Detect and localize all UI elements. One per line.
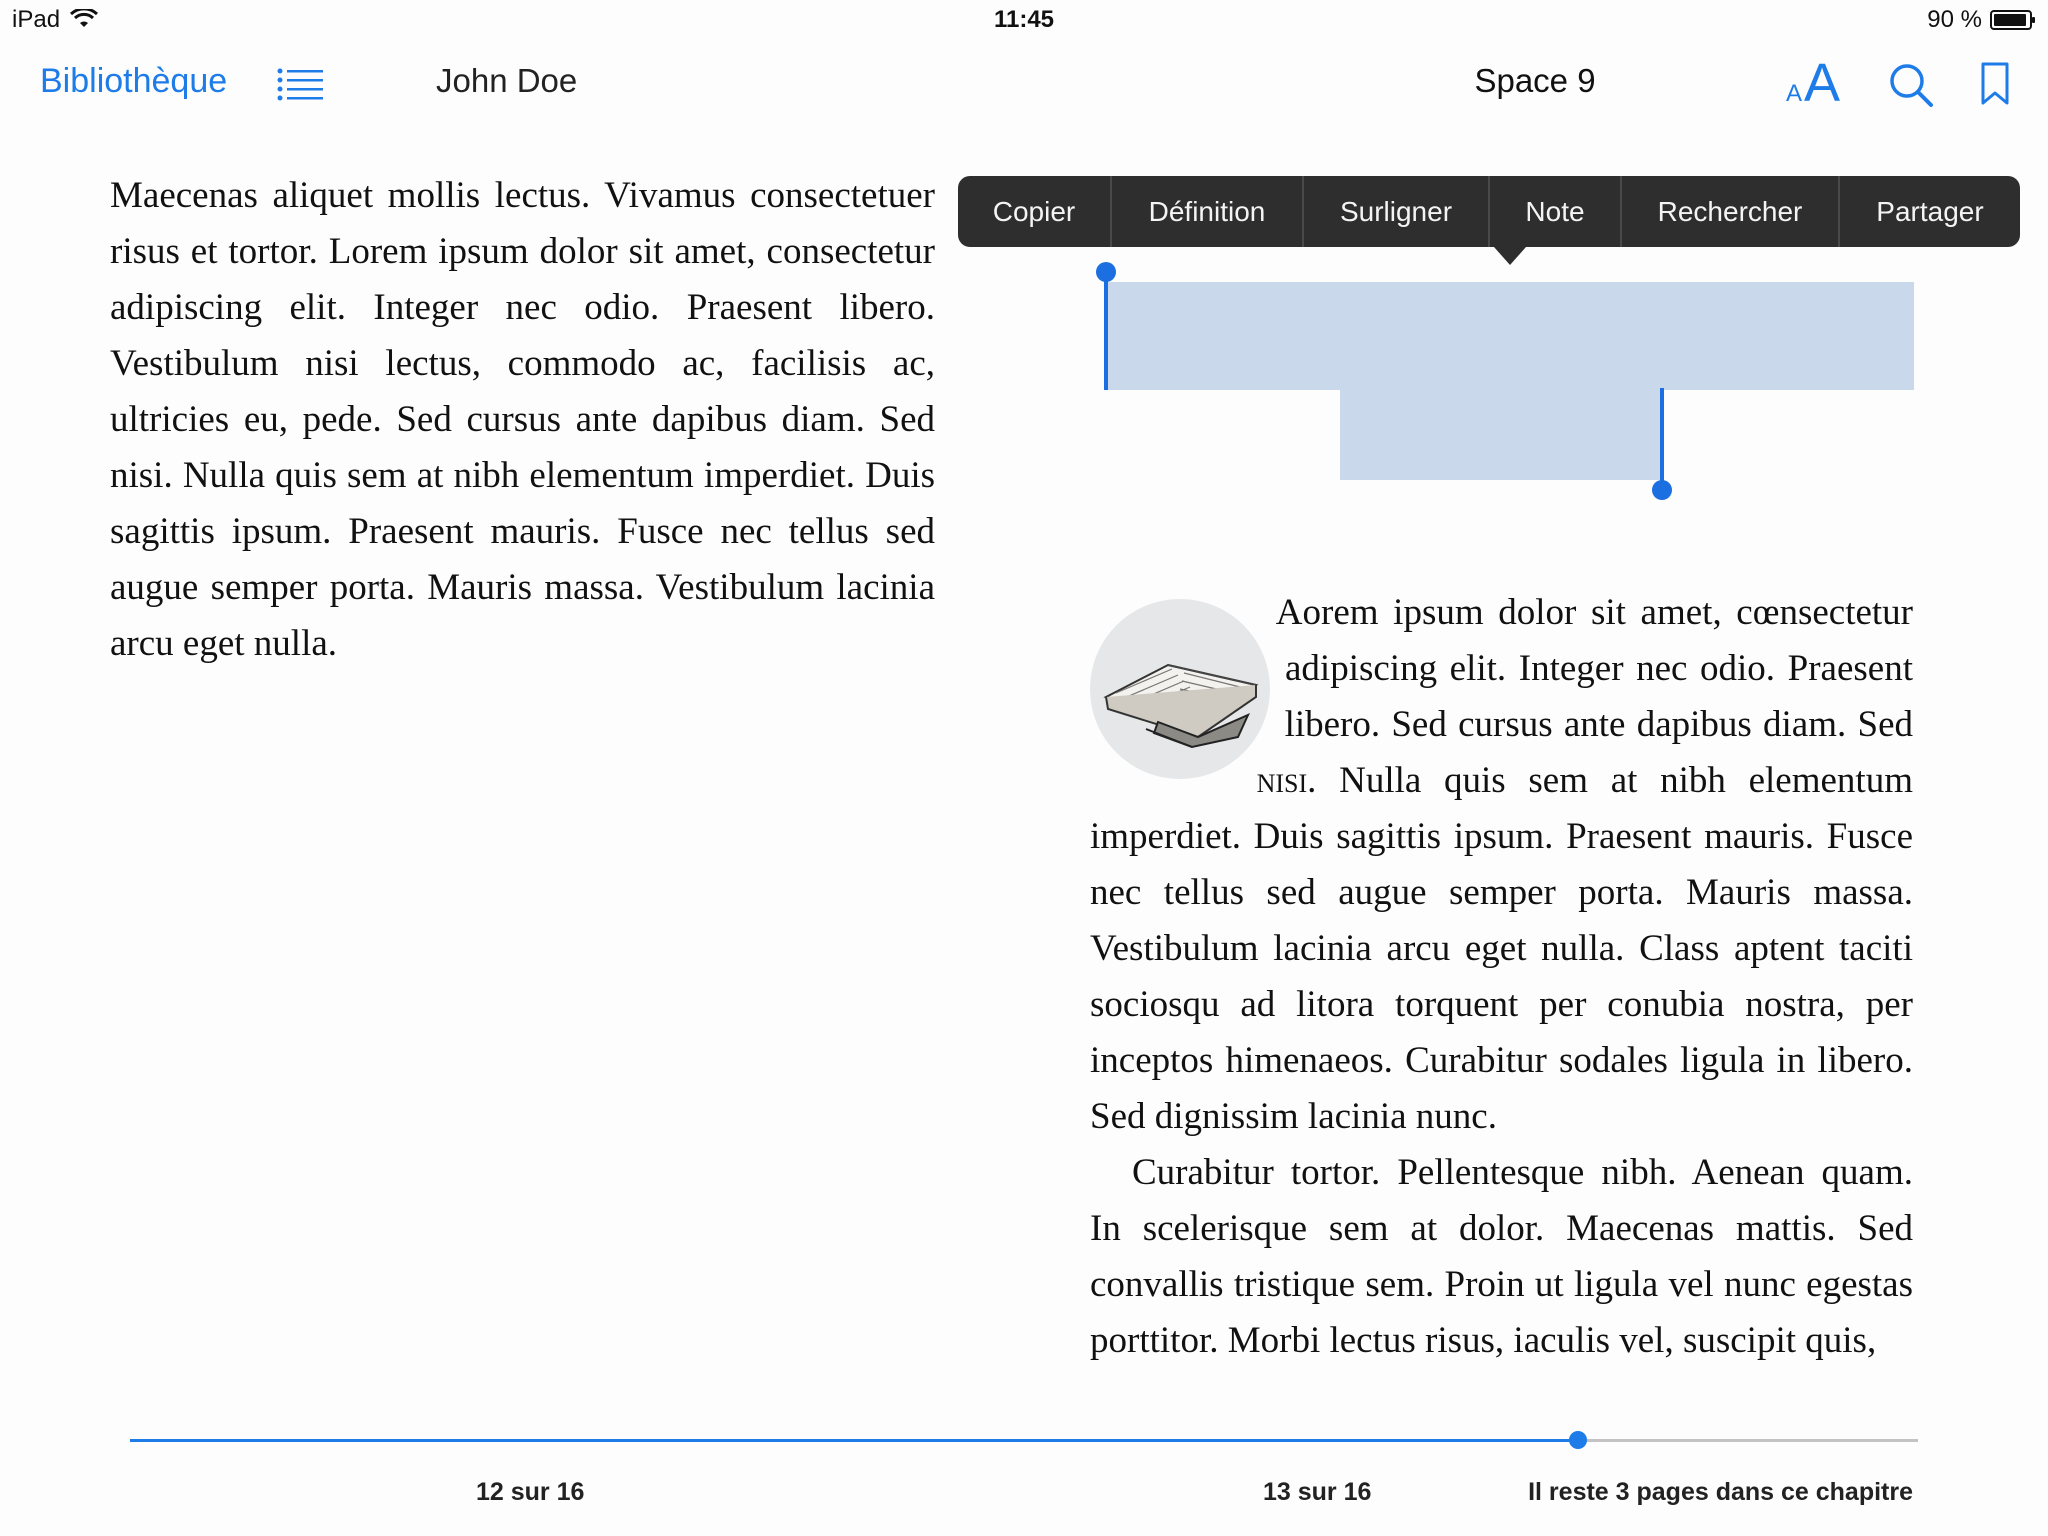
- font-size-small-a: A: [1786, 80, 1803, 107]
- page-scrubber-thumb[interactable]: [1569, 1431, 1588, 1449]
- font-size-large-a: A: [1804, 53, 1841, 113]
- selection-start-handle[interactable]: [1104, 272, 1108, 390]
- text-selection-highlight-end: [1340, 388, 1662, 480]
- left-page-text: Maecenas aliquet mollis lectus. Vivamus …: [110, 175, 935, 664]
- page-scrubber-progress: [130, 1439, 1579, 1442]
- edit-menu: Copier Définition Surligner Note Recherc…: [958, 176, 2020, 247]
- search-button[interactable]: Rechercher: [1622, 176, 1840, 247]
- status-bar: iPad 11:45 90 %: [0, 0, 2048, 40]
- definition-button[interactable]: Définition: [1112, 176, 1304, 247]
- left-page-number: 12 sur 16: [476, 1478, 585, 1506]
- battery-icon: [1990, 10, 2035, 30]
- status-time: 11:45: [993, 6, 1055, 33]
- right-page-smallcaps-word: nisi: [1256, 760, 1308, 801]
- bookmark-icon[interactable]: [1980, 62, 2010, 106]
- page-scrubber[interactable]: [130, 1431, 1918, 1449]
- right-page-text-start: Aorem ipsum dolor sit amet, cœnsectetur …: [1275, 592, 1913, 745]
- text-selection-highlight: [1106, 282, 1914, 390]
- selection-end-knob[interactable]: [1652, 480, 1672, 500]
- battery-percentage: 90 %: [1927, 6, 1982, 33]
- copy-button[interactable]: Copier: [958, 176, 1112, 247]
- right-page-text-end: . Nulla quis sem at nibh elementum imper…: [1090, 760, 1913, 1137]
- pages-remaining-label: Il reste 3 pages dans ce chapitre: [1528, 1478, 1913, 1506]
- selection-end-handle[interactable]: [1660, 388, 1664, 492]
- book-title: Space 9: [1474, 62, 1596, 99]
- book-author: John Doe: [436, 62, 578, 99]
- note-button[interactable]: Note: [1490, 176, 1622, 247]
- search-icon[interactable]: [1888, 62, 1934, 108]
- library-button[interactable]: Bibliothèque: [40, 62, 227, 101]
- font-size-icon[interactable]: A A: [1786, 53, 1846, 113]
- right-page-number: 13 sur 16: [1263, 1478, 1372, 1506]
- right-page-paragraph-2: Curabitur tortor. Pellentesque nibh. Aen…: [1090, 1152, 1913, 1361]
- edit-menu-pointer: [1494, 247, 1526, 265]
- right-page-paragraph-1: Aorem ipsum dolor sit amet, cœnsectetur …: [1090, 585, 1913, 1145]
- open-book-illustration: [1088, 597, 1273, 782]
- highlight-button[interactable]: Surligner: [1304, 176, 1490, 247]
- list-icon[interactable]: [276, 66, 324, 102]
- selection-start-knob[interactable]: [1096, 262, 1116, 282]
- share-button[interactable]: Partager: [1840, 176, 2020, 247]
